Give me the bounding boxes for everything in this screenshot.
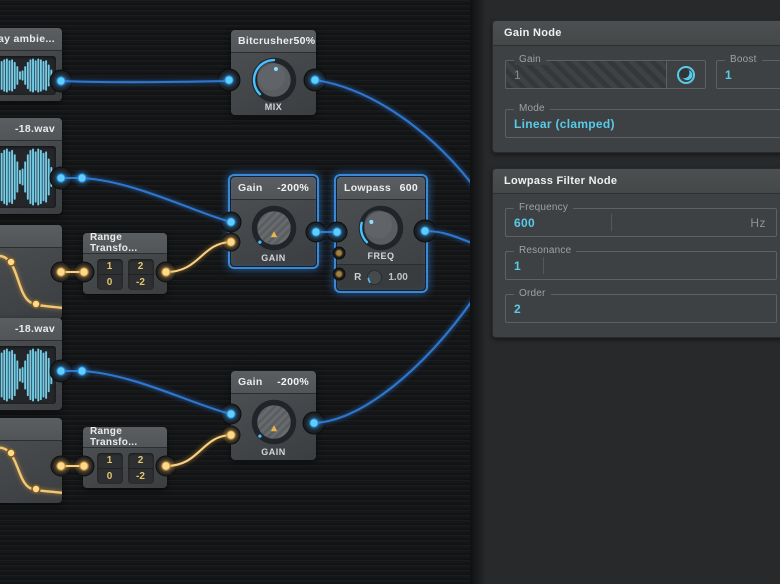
knob-label: GAIN [261, 447, 286, 457]
text-caret [542, 257, 544, 274]
text-caret [610, 214, 612, 231]
lowpass-node[interactable]: Lowpass 600 FREQ R 1.00 [334, 174, 428, 293]
r-label: R [354, 272, 362, 283]
order-value: 2 [514, 301, 521, 316]
resonance-field[interactable]: Resonance 1 [505, 245, 777, 280]
curve-node-bottom[interactable] [0, 418, 62, 503]
gain-node-card: Gain Node Gain 1 Boost 1 Mode Linear (cl… [492, 20, 780, 153]
gain-field[interactable]: Gain 1 [505, 54, 706, 89]
waveform-display [0, 56, 56, 95]
resonance-mini-control[interactable]: R 1.00 [337, 264, 425, 290]
knob-label: FREQ [367, 251, 395, 261]
node-title: Lowpass [344, 182, 392, 194]
gain-knob[interactable] [248, 202, 300, 259]
envelope-curve [0, 446, 62, 494]
gain-knob[interactable] [248, 396, 300, 453]
card-title: Gain Node [493, 21, 780, 46]
node-value: 50% [293, 35, 316, 47]
range-transform-node-bottom[interactable]: Range Transfo... 10 2 -2 [83, 426, 167, 488]
node-title: Range Transfo... [90, 232, 138, 254]
r-value: 1.00 [388, 272, 408, 283]
waveform-display [0, 146, 56, 208]
range-in-values[interactable]: 10 [96, 452, 123, 484]
modulation-toggle[interactable] [666, 61, 705, 88]
range-out-values[interactable]: 2 -2 [127, 452, 154, 484]
gain-modulated-track[interactable]: 1 [506, 61, 666, 88]
frequency-field[interactable]: Frequency 600 Hz [505, 202, 777, 237]
node-title: Range Transfo... [90, 426, 138, 448]
frequency-value: 600 [514, 215, 535, 230]
knob-label: GAIN [261, 253, 286, 263]
waveform-display [0, 346, 56, 404]
node-title: -18.wav [14, 123, 55, 135]
range-in-values[interactable]: 10 [96, 258, 123, 290]
card-title: Lowpass Filter Node [493, 169, 780, 194]
sample-node-18wav-top[interactable]: -18.wav [0, 118, 62, 214]
range-transform-node-top[interactable]: Range Transfo... 10 2 -2 [83, 232, 167, 294]
range-out-values[interactable]: 2 -2 [127, 258, 154, 290]
gain-value: 1 [514, 67, 521, 82]
gain-node-bottom[interactable]: Gain -200% GAIN [231, 371, 316, 460]
mode-value: Linear (clamped) [514, 116, 615, 131]
node-title: ray ambie... [0, 33, 55, 45]
resonance-value: 1 [514, 258, 521, 273]
mode-field[interactable]: Mode Linear (clamped) [505, 103, 780, 138]
gain-node-top[interactable]: Gain -200% GAIN [228, 174, 319, 269]
bitcrusher-node[interactable]: Bitcrusher 50% MIX [231, 30, 316, 115]
properties-panel: Gain Node Gain 1 Boost 1 Mode Linear (cl… [470, 0, 780, 584]
node-title: Gain [238, 376, 263, 388]
boost-value: 1 [725, 67, 732, 82]
frequency-unit: Hz [750, 215, 766, 230]
node-value: 600 [399, 182, 418, 194]
sample-node-ray-ambie[interactable]: ray ambie... [0, 28, 62, 101]
moon-icon [676, 65, 696, 84]
boost-field[interactable]: Boost 1 [716, 54, 780, 89]
curve-node-top[interactable] [0, 225, 62, 319]
sample-node-18wav-bottom[interactable]: -18.wav [0, 318, 62, 410]
knob-label: MIX [264, 102, 283, 112]
node-title: Bitcrusher [238, 35, 294, 47]
order-field[interactable]: Order 2 [505, 288, 777, 323]
audio-node-editor: { "canvas": { "nodes": { "sample1": { "t… [0, 0, 780, 584]
node-title: Gain [238, 182, 263, 194]
lowpass-filter-card: Lowpass Filter Node Frequency 600 Hz Res… [492, 168, 780, 338]
node-value: -200% [277, 182, 309, 194]
node-value: -200% [277, 376, 309, 388]
node-title: -18.wav [14, 323, 55, 335]
envelope-curve [0, 254, 62, 309]
r-mini-knob[interactable] [366, 269, 383, 286]
